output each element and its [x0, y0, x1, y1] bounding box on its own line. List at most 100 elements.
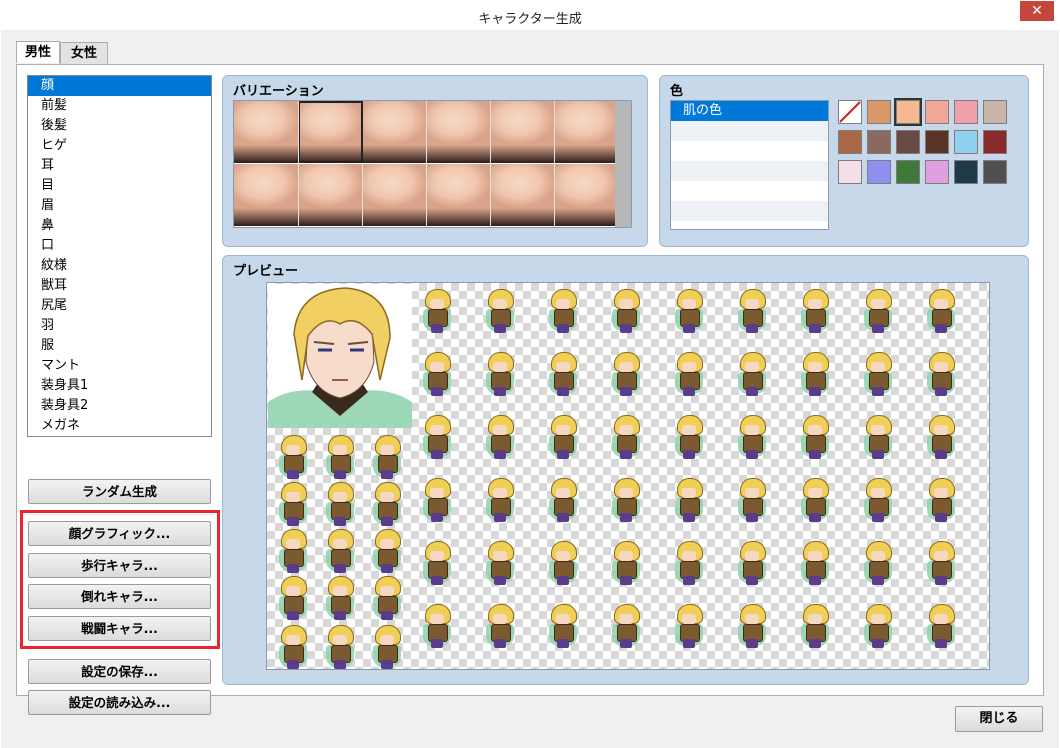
character-sprite: [608, 539, 644, 587]
battle-character-button[interactable]: 戦闘キャラ...: [28, 616, 211, 641]
random-generate-button[interactable]: ランダム生成: [28, 479, 211, 504]
character-sprite: [923, 539, 959, 587]
character-sprite: [275, 480, 311, 528]
character-sprite: [419, 476, 455, 524]
part-list-item[interactable]: 口: [28, 236, 211, 256]
character-sprite: [369, 433, 405, 481]
color-swatch[interactable]: [983, 130, 1007, 154]
variation-face-thumb[interactable]: [234, 101, 299, 163]
character-sprite: [419, 350, 455, 398]
color-swatch[interactable]: [925, 130, 949, 154]
part-list-item[interactable]: 獣耳: [28, 276, 211, 296]
variation-face-thumb[interactable]: [298, 164, 363, 226]
variation-face-thumb[interactable]: [426, 164, 491, 226]
color-swatch[interactable]: [954, 160, 978, 184]
color-swatch[interactable]: [838, 130, 862, 154]
variation-face-thumb[interactable]: [490, 101, 555, 163]
tab-male[interactable]: 男性: [16, 41, 60, 63]
part-list-item[interactable]: 後髪: [28, 116, 211, 136]
variation-face-thumb[interactable]: [426, 101, 491, 163]
color-swatch[interactable]: [867, 100, 891, 124]
part-list-item[interactable]: 耳: [28, 156, 211, 176]
color-list-row[interactable]: [671, 201, 828, 221]
part-list-item[interactable]: 紋様: [28, 256, 211, 276]
color-swatch[interactable]: [867, 160, 891, 184]
character-sprite: [797, 539, 833, 587]
color-list-row[interactable]: [671, 181, 828, 201]
character-sprite: [671, 287, 707, 335]
character-sprite: [608, 287, 644, 335]
character-sprite: [322, 527, 358, 575]
parts-list[interactable]: 顔前髪 後髪 ヒゲ耳目眉鼻口紋様 獣耳 尻尾羽服マント 装身具1 装身具2 メガネ: [27, 75, 212, 437]
color-swatch[interactable]: [954, 100, 978, 124]
color-target-list[interactable]: 肌の色: [670, 100, 829, 230]
character-sprite: [545, 602, 581, 650]
color-list-row[interactable]: [671, 161, 828, 181]
close-button[interactable]: 閉じる: [955, 706, 1043, 732]
character-sprite: [369, 574, 405, 622]
walk-character-button[interactable]: 歩行キャラ...: [28, 553, 211, 578]
character-sprite: [419, 539, 455, 587]
part-list-item[interactable]: ヒゲ: [28, 136, 211, 156]
color-swatch[interactable]: [867, 130, 891, 154]
face-graphic-button[interactable]: 顔グラフィック...: [28, 521, 211, 546]
variation-face-thumb[interactable]: [362, 101, 427, 163]
window-title: キャラクター生成: [478, 12, 582, 27]
color-list-row[interactable]: 肌の色: [671, 101, 828, 121]
part-list-item[interactable]: 前髪: [28, 96, 211, 116]
color-swatch[interactable]: [896, 130, 920, 154]
color-swatch[interactable]: [896, 160, 920, 184]
part-list-item[interactable]: 顔: [28, 76, 211, 96]
color-swatch[interactable]: [925, 160, 949, 184]
character-sprite: [860, 539, 896, 587]
variation-face-thumb[interactable]: [554, 101, 619, 163]
variation-grid[interactable]: [233, 100, 632, 228]
variation-face-thumb[interactable]: [490, 164, 555, 226]
part-list-item[interactable]: 装身具1: [28, 376, 211, 396]
character-sprite: [734, 287, 770, 335]
part-list-item[interactable]: メガネ: [28, 416, 211, 436]
color-swatch[interactable]: [983, 160, 1007, 184]
variation-face-thumb[interactable]: [234, 164, 299, 226]
character-sprite: [797, 350, 833, 398]
color-swatch[interactable]: [983, 100, 1007, 124]
tab-female[interactable]: 女性: [60, 42, 108, 64]
portrait-image: [268, 287, 412, 428]
character-sprite: [482, 476, 518, 524]
color-swatch[interactable]: [954, 130, 978, 154]
part-list-item[interactable]: 尻尾: [28, 296, 211, 316]
face-portrait: [268, 284, 412, 428]
character-sprite: [734, 602, 770, 650]
part-list-item[interactable]: マント: [28, 356, 211, 376]
no-color-swatch[interactable]: [838, 100, 862, 124]
variation-face-thumb[interactable]: [554, 164, 619, 226]
character-sprite: [860, 413, 896, 461]
tab-panel: 顔前髪 後髪 ヒゲ耳目眉鼻口紋様 獣耳 尻尾羽服マント 装身具1 装身具2 メガネ ランダム生…: [16, 64, 1044, 715]
variation-face-thumb[interactable]: [298, 101, 363, 163]
variation-face-thumb[interactable]: [362, 164, 427, 226]
character-sprite: [797, 413, 833, 461]
character-sprite: [923, 413, 959, 461]
character-sprite: [369, 527, 405, 575]
character-sprite: [482, 287, 518, 335]
character-sprite: [369, 623, 405, 669]
color-swatch[interactable]: [894, 98, 922, 126]
part-list-item[interactable]: 目: [28, 176, 211, 196]
save-settings-button[interactable]: 設定の保存...: [28, 659, 211, 684]
color-list-row[interactable]: [671, 121, 828, 141]
load-settings-button[interactable]: 設定の読み込み...: [28, 690, 211, 715]
color-swatch[interactable]: [838, 160, 862, 184]
window-close-button[interactable]: ✕: [1020, 1, 1054, 21]
part-list-item[interactable]: 装身具2: [28, 396, 211, 416]
character-sprite: [608, 413, 644, 461]
part-list-item[interactable]: 眉: [28, 196, 211, 216]
character-sprite: [369, 480, 405, 528]
part-list-item[interactable]: 鼻: [28, 216, 211, 236]
color-swatch[interactable]: [925, 100, 949, 124]
part-list-item[interactable]: 服: [28, 336, 211, 356]
part-list-item[interactable]: 羽: [28, 316, 211, 336]
variation-scrollbar[interactable]: [615, 101, 631, 227]
character-sprite: [797, 602, 833, 650]
color-list-row[interactable]: [671, 141, 828, 161]
down-character-button[interactable]: 倒れキャラ...: [28, 584, 211, 609]
